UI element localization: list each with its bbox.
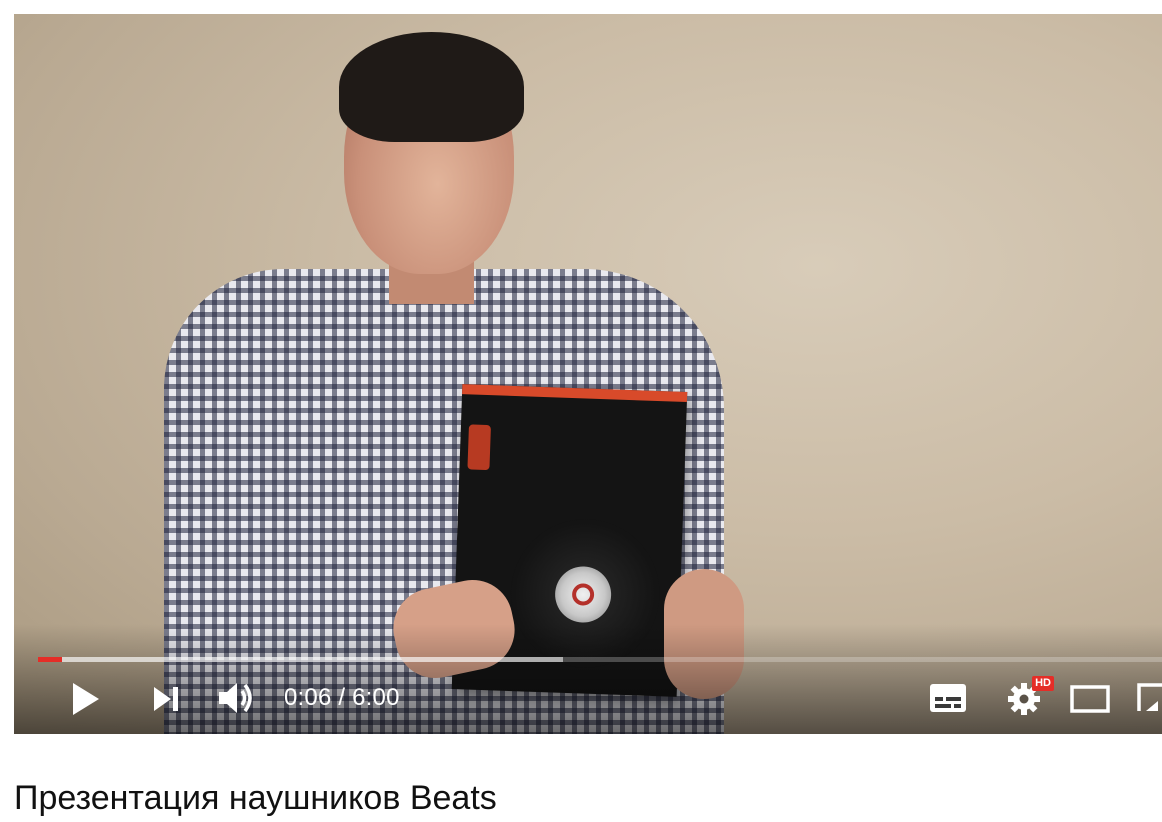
next-icon [154,687,178,711]
video-title: Презентация наушников Beats [14,779,497,817]
volume-icon [219,683,252,713]
progress-buffered [38,657,563,662]
subtitles-button[interactable] [924,678,972,718]
fullscreen-icon [1137,683,1162,711]
time-display: 0:06 / 6:00 [284,683,400,713]
video-player[interactable]: 0:06 / 6:00 HD [14,14,1162,734]
current-time: 0:06 [284,684,332,711]
controls-gradient [14,624,1162,734]
duration: 6:00 [352,684,400,711]
subtitles-icon [930,684,966,712]
progress-played [38,657,62,662]
next-button[interactable] [148,680,184,718]
video-scene-hair [339,32,524,142]
progress-bar[interactable] [38,657,1162,662]
play-button[interactable] [64,678,108,720]
volume-button[interactable] [214,676,260,720]
time-separator: / [331,684,353,711]
hd-badge: HD [1032,676,1054,691]
settings-button[interactable]: HD [1000,676,1054,720]
play-icon [73,683,99,715]
box-brand-mark [467,424,491,471]
theater-mode-icon [1070,685,1110,713]
theater-mode-button[interactable] [1068,680,1112,718]
fullscreen-button[interactable] [1136,678,1162,720]
